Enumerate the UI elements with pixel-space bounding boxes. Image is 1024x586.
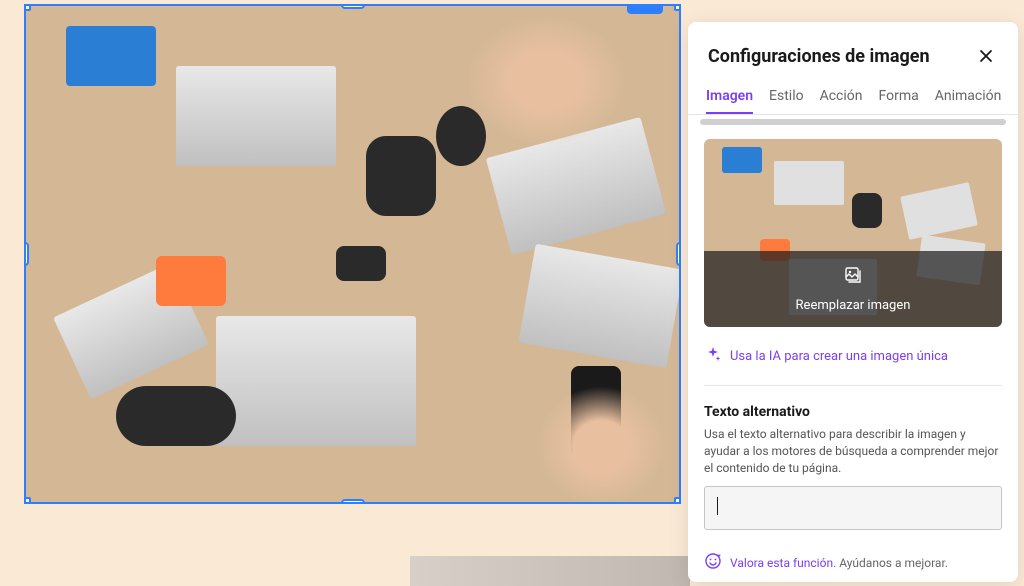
alt-text-description: Usa el texto alternativo para describir … <box>704 426 1002 476</box>
workspace-decor <box>518 244 681 369</box>
resize-handle-tr[interactable] <box>674 4 681 11</box>
image-stack-icon <box>843 265 863 290</box>
download-button[interactable] <box>627 4 663 14</box>
ai-generate-link[interactable]: Usa la IA para crear una imagen única <box>704 345 1002 386</box>
workspace-decor <box>216 316 416 446</box>
sparkle-icon <box>704 345 722 367</box>
image-settings-panel: Configuraciones de imagen Imagen Estilo … <box>688 22 1018 582</box>
alt-text-title: Texto alternativo <box>704 404 1002 420</box>
workspace-decor <box>536 386 666 504</box>
selected-image[interactable] <box>24 4 681 504</box>
ai-generate-label: Usa la IA para crear una imagen única <box>730 349 948 364</box>
resize-handle-b[interactable] <box>341 499 365 504</box>
download-icon <box>637 4 653 7</box>
tabs-bar: Imagen Estilo Acción Forma Animación <box>688 80 1018 115</box>
tab-estilo[interactable]: Estilo <box>769 80 804 114</box>
workspace-decor <box>116 386 236 446</box>
canvas-area <box>0 0 690 586</box>
close-icon <box>978 48 994 64</box>
image-preview: Reemplazar imagen <box>704 139 1002 327</box>
resize-handle-l[interactable] <box>24 242 29 266</box>
resize-handle-tl[interactable] <box>24 4 31 11</box>
adjacent-image-peek <box>410 556 690 586</box>
feedback-link[interactable]: Valora esta función. <box>730 556 836 570</box>
replace-image-button[interactable]: Reemplazar imagen <box>704 251 1002 327</box>
tab-imagen[interactable]: Imagen <box>706 80 753 114</box>
tab-animacion[interactable]: Animación <box>935 80 1002 114</box>
feedback-rest: Ayúdanos a mejorar. <box>836 556 948 570</box>
workspace-decor <box>466 16 626 146</box>
workspace-decor <box>156 256 226 306</box>
workspace-decor <box>66 26 156 86</box>
resize-handle-bl[interactable] <box>24 497 31 504</box>
alt-text-input[interactable] <box>704 486 1002 530</box>
panel-body: Reemplazar imagen Usa la IA para crear u… <box>688 125 1018 582</box>
workspace-decor <box>336 246 386 281</box>
close-button[interactable] <box>974 44 998 68</box>
panel-header: Configuraciones de imagen <box>688 22 1018 80</box>
resize-handle-t[interactable] <box>341 4 365 9</box>
workspace-decor <box>366 136 436 216</box>
tab-forma[interactable]: Forma <box>879 80 919 114</box>
smile-icon <box>704 552 722 574</box>
alt-text-section: Texto alternativo Usa el texto alternati… <box>704 404 1002 530</box>
feedback-row: Valora esta función. Ayúdanos a mejorar. <box>704 552 1002 574</box>
panel-title: Configuraciones de imagen <box>708 46 930 67</box>
tab-accion[interactable]: Acción <box>820 80 863 114</box>
replace-image-label: Reemplazar imagen <box>796 298 911 313</box>
workspace-decor <box>176 66 336 166</box>
resize-handle-br[interactable] <box>674 497 681 504</box>
resize-handle-r[interactable] <box>676 242 681 266</box>
image-content <box>26 6 679 502</box>
